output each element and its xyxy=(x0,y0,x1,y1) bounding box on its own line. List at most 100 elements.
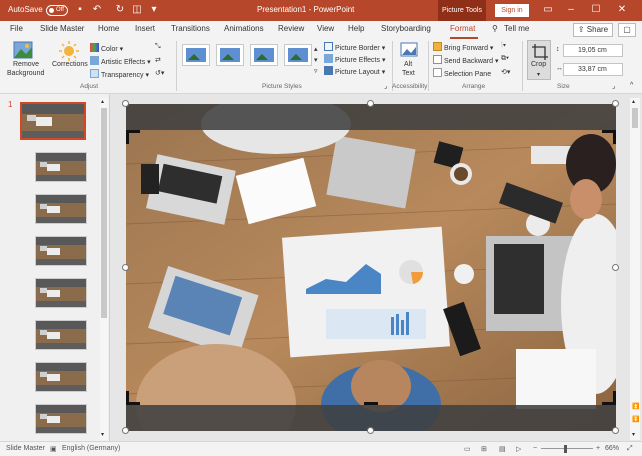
transparency-button[interactable]: Transparency ▾ xyxy=(90,69,149,79)
layout-thumbnail[interactable] xyxy=(35,320,87,350)
picture-styles-launcher-icon[interactable]: ⌟ xyxy=(384,82,387,90)
align-icon[interactable]: ⫶▾ xyxy=(501,42,506,50)
resize-handle-bottom-middle[interactable] xyxy=(367,427,374,434)
scrollbar-thumb[interactable] xyxy=(101,108,107,318)
zoom-out-icon[interactable]: − xyxy=(533,445,537,452)
crop-handle-bottom-middle[interactable] xyxy=(364,402,378,405)
resize-handle-top-right[interactable] xyxy=(612,100,619,107)
redo-icon[interactable]: ↻ xyxy=(113,3,127,17)
sign-in-button[interactable]: Sign in xyxy=(495,4,529,17)
rotate-icon[interactable]: ⟲▾ xyxy=(501,68,510,76)
tab-home[interactable]: Home xyxy=(98,24,119,33)
layout-thumbnail[interactable] xyxy=(35,236,87,266)
layout-thumbnail[interactable] xyxy=(35,152,87,182)
picture-effects-button[interactable]: Picture Effects ▾ xyxy=(324,54,385,64)
size-launcher-icon[interactable]: ⌟ xyxy=(612,82,615,90)
picture-style-2[interactable] xyxy=(216,44,244,66)
master-thumbnail[interactable] xyxy=(20,102,86,140)
zoom-in-icon[interactable]: + xyxy=(596,445,600,452)
close-icon[interactable]: ✕ xyxy=(614,2,630,18)
tab-transitions[interactable]: Transitions xyxy=(171,24,210,33)
language-status[interactable]: English (Germany) xyxy=(62,445,120,452)
remove-background-button[interactable]: Remove xyxy=(13,61,39,68)
tab-review[interactable]: Review xyxy=(278,24,304,33)
bring-forward-button[interactable]: Bring Forward ▾ xyxy=(433,42,493,52)
resize-handle-middle-right[interactable] xyxy=(612,264,619,271)
editor-scrollbar[interactable]: ▴ ⏫ ⏬ ▾ xyxy=(630,98,640,440)
selection-pane-button[interactable]: Selection Pane xyxy=(433,68,491,78)
scroll-down-icon[interactable]: ▾ xyxy=(632,431,635,438)
resize-handle-middle-left[interactable] xyxy=(122,264,129,271)
styles-more-icon[interactable]: ▿ xyxy=(314,67,318,75)
minimize-icon[interactable]: – xyxy=(563,2,579,18)
picture-layout-button[interactable]: Picture Layout ▾ xyxy=(324,66,385,76)
tab-file[interactable]: File xyxy=(10,24,23,33)
reset-picture-icon[interactable]: ↺▾ xyxy=(155,69,164,77)
undo-icon[interactable]: ↶ xyxy=(90,3,104,17)
spellcheck-icon[interactable]: ▣ xyxy=(50,445,57,453)
alt-text-button[interactable]: Alt xyxy=(404,61,412,68)
ribbon-display-options-icon[interactable]: ▭ xyxy=(540,2,556,18)
save-icon[interactable]: ▪ xyxy=(73,3,87,17)
layout-thumbnail[interactable] xyxy=(35,194,87,224)
normal-view-icon[interactable]: ▭ xyxy=(464,445,471,453)
scroll-down-icon[interactable]: ▾ xyxy=(101,431,104,438)
styles-scroll-up-icon[interactable]: ▴ xyxy=(314,45,318,53)
height-field[interactable]: 19,05 cm xyxy=(563,44,623,57)
resize-handle-bottom-right[interactable] xyxy=(612,427,619,434)
tell-me-icon[interactable]: ⚲ xyxy=(492,24,498,33)
alt-text-button-line2[interactable]: Text xyxy=(402,70,415,77)
compress-pictures-icon[interactable]: ⤡ xyxy=(155,43,161,51)
send-backward-button[interactable]: Send Backward ▾ xyxy=(433,55,499,65)
zoom-slider[interactable] xyxy=(541,448,593,449)
crop-handle-top-left-v[interactable] xyxy=(126,130,129,144)
previous-slide-icon[interactable]: ⏫ xyxy=(632,403,639,410)
picture-style-4[interactable] xyxy=(284,44,312,66)
layout-thumbnail[interactable] xyxy=(35,404,87,434)
styles-scroll-down-icon[interactable]: ▾ xyxy=(314,56,318,64)
layout-thumbnail[interactable] xyxy=(35,362,87,392)
tab-insert[interactable]: Insert xyxy=(135,24,155,33)
color-button[interactable]: Color ▾ xyxy=(90,43,123,53)
tell-me-search[interactable]: Tell me xyxy=(504,24,529,33)
customize-quick-access-icon[interactable]: ▾ xyxy=(147,3,161,17)
scrollbar-thumb[interactable] xyxy=(632,108,638,128)
picture-style-3[interactable] xyxy=(250,44,278,66)
reading-view-icon[interactable]: ▤ xyxy=(499,445,506,453)
tab-animations[interactable]: Animations xyxy=(224,24,264,33)
tab-format[interactable]: Format xyxy=(450,24,475,33)
maximize-icon[interactable]: ☐ xyxy=(588,2,604,18)
resize-handle-top-middle[interactable] xyxy=(367,100,374,107)
resize-handle-top-left[interactable] xyxy=(122,100,129,107)
tab-storyboarding[interactable]: Storyboarding xyxy=(381,24,431,33)
artistic-effects-button[interactable]: Artistic Effects ▾ xyxy=(90,56,151,66)
change-picture-icon[interactable]: ⇄ xyxy=(155,56,161,64)
tab-slide-master[interactable]: Slide Master xyxy=(40,24,84,33)
width-field[interactable]: 33,87 cm xyxy=(563,63,623,76)
picture-border-button[interactable]: Picture Border ▾ xyxy=(324,42,385,52)
crop-button[interactable]: Crop ▾ xyxy=(527,40,551,80)
share-button[interactable]: ⇪ Share xyxy=(573,23,613,37)
scroll-up-icon[interactable]: ▴ xyxy=(101,98,104,105)
thumbnail-scrollbar[interactable]: ▴ ▾ xyxy=(100,98,108,440)
scroll-up-icon[interactable]: ▴ xyxy=(632,98,635,105)
crop-handle-bottom-left-v[interactable] xyxy=(126,391,129,405)
layout-thumbnail[interactable] xyxy=(35,278,87,308)
group-objects-icon[interactable]: ⧉▾ xyxy=(501,55,509,63)
corrections-button[interactable]: Corrections xyxy=(52,61,88,68)
start-from-beginning-icon[interactable]: ◫ xyxy=(130,3,144,17)
picture-style-1[interactable] xyxy=(182,44,210,66)
autosave-toggle[interactable]: Off xyxy=(46,5,68,16)
slide-canvas[interactable] xyxy=(126,104,616,431)
crop-handle-top-right-v[interactable] xyxy=(613,130,616,144)
comments-icon[interactable]: ▢ xyxy=(618,23,636,37)
tab-help[interactable]: Help xyxy=(348,24,364,33)
collapse-ribbon-icon[interactable]: ^ xyxy=(630,82,633,89)
slide-sorter-icon[interactable]: ⊞ xyxy=(481,445,487,453)
resize-handle-bottom-left[interactable] xyxy=(122,427,129,434)
next-slide-icon[interactable]: ⏬ xyxy=(632,416,639,423)
crop-handle-bottom-right-v[interactable] xyxy=(613,391,616,405)
zoom-slider-thumb[interactable] xyxy=(564,445,567,453)
fit-slide-icon[interactable]: ⤢ xyxy=(627,445,633,453)
tab-view[interactable]: View xyxy=(317,24,334,33)
